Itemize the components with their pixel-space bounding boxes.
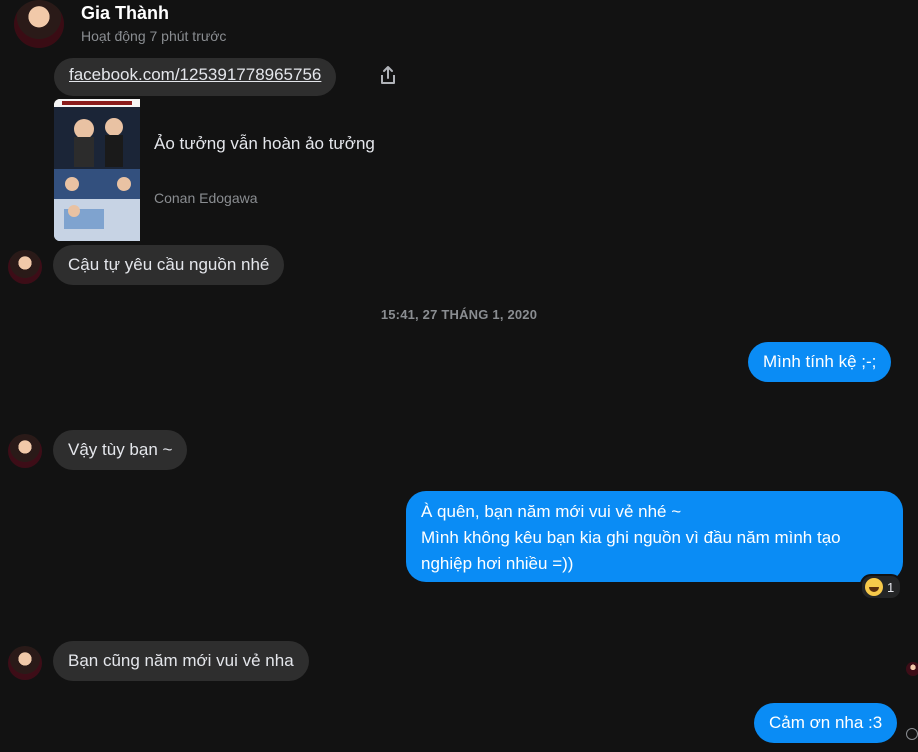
message-text-line: À quên, bạn năm mới vui vẻ nhé ~ — [421, 502, 682, 521]
outgoing-message[interactable]: Mình tính kệ ;-; — [748, 342, 892, 382]
link-preview-image[interactable] — [54, 99, 140, 241]
sender-avatar[interactable] — [8, 250, 42, 284]
incoming-message[interactable]: Cậu tự yêu cầu nguồn nhé — [53, 245, 285, 285]
sender-avatar[interactable] — [8, 646, 42, 680]
message-text-line: Mình không kêu bạn kia ghi nguồn vì đầu … — [421, 528, 841, 547]
link-message[interactable]: facebook.com/125391778965756 — [54, 58, 337, 96]
contact-avatar[interactable] — [14, 0, 64, 48]
message-text: Mình tính kệ ;-; — [763, 352, 877, 371]
message-reaction[interactable]: 1 — [860, 574, 903, 600]
link-preview-source: Conan Edogawa — [154, 190, 258, 206]
contact-status: Hoạt động 7 phút trước — [81, 28, 227, 44]
message-text: Vậy tùy bạn ~ — [68, 440, 173, 459]
grinning-emoji-icon — [865, 578, 883, 596]
outgoing-message[interactable]: À quên, bạn năm mới vui vẻ nhé ~ Mình kh… — [406, 491, 903, 582]
message-text-line: nghiệp hơi nhiều =)) — [421, 554, 574, 573]
link-text[interactable]: facebook.com/125391778965756 — [69, 65, 321, 84]
chat-window: Gia Thành Hoạt động 7 phút trước faceboo… — [0, 0, 918, 752]
sender-avatar[interactable] — [8, 434, 42, 468]
reaction-count: 1 — [887, 579, 895, 595]
share-icon[interactable] — [377, 64, 399, 86]
message-text: Cậu tự yêu cầu nguồn nhé — [68, 255, 270, 274]
incoming-message[interactable]: Vậy tùy bạn ~ — [53, 430, 188, 470]
seen-avatar-icon — [906, 662, 918, 676]
incoming-message[interactable]: Bạn cũng năm mới vui vẻ nha — [53, 641, 309, 681]
sent-status-icon — [906, 728, 918, 740]
timestamp-divider: 15:41, 27 THÁNG 1, 2020 — [380, 307, 538, 322]
message-text: Cảm ơn nha :3 — [769, 713, 883, 732]
contact-name[interactable]: Gia Thành — [81, 3, 169, 24]
outgoing-message[interactable]: Cảm ơn nha :3 — [754, 703, 898, 743]
link-preview-title[interactable]: Ảo tưởng vẫn hoàn ảo tưởng — [154, 134, 375, 154]
message-text: Bạn cũng năm mới vui vẻ nha — [68, 651, 294, 670]
